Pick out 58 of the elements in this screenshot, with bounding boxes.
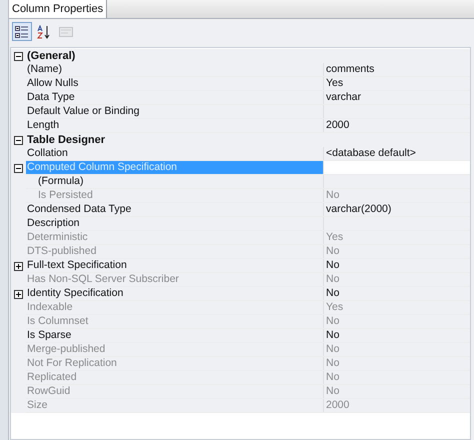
property-name: Collation — [27, 146, 68, 161]
collapse-icon[interactable] — [14, 136, 23, 144]
property-value[interactable]: No — [326, 342, 340, 358]
property-name: Length — [27, 118, 60, 133]
collapse-icon[interactable] — [14, 52, 23, 60]
property-value[interactable]: varchar — [326, 90, 362, 106]
property-name: Default Value or Binding — [27, 104, 140, 119]
property-value[interactable]: Yes — [326, 230, 344, 246]
property-value[interactable]: No — [326, 384, 340, 400]
property-value[interactable]: No — [326, 244, 340, 260]
property-value[interactable]: No — [326, 258, 340, 274]
property-value[interactable]: comments — [326, 62, 374, 78]
property-value[interactable]: No — [326, 328, 340, 344]
property-name: Full-text Specification — [27, 258, 127, 273]
property-name: RowGuid — [27, 384, 70, 399]
property-name: Has Non-SQL Server Subscriber — [27, 272, 179, 287]
toolbar-button[interactable] — [12, 22, 32, 41]
property-name: Allow Nulls — [27, 76, 78, 91]
property-name: Indexable — [27, 300, 73, 315]
property-name: Data Type — [27, 90, 75, 105]
expand-icon[interactable] — [14, 290, 23, 298]
categorized-icon — [15, 24, 29, 38]
property-name: Replicated — [27, 370, 77, 385]
property-value[interactable]: 2000 — [326, 118, 350, 134]
sort-icon — [37, 24, 51, 38]
property-value[interactable]: No — [326, 286, 340, 302]
property-name: (Formula) — [38, 174, 84, 189]
property-value[interactable]: No — [326, 356, 340, 372]
property-name: Condensed Data Type — [27, 202, 132, 217]
property-name: Deterministic — [27, 230, 88, 245]
property-row[interactable]: (Formula) — [26, 175, 470, 189]
property-name: Not For Replication — [27, 356, 117, 371]
collapse-icon[interactable] — [14, 164, 23, 172]
property-row[interactable]: Computed Column Specification — [26, 161, 470, 175]
property-name: Description — [27, 216, 80, 231]
property-value[interactable]: Yes — [326, 76, 344, 92]
property-value[interactable]: No — [326, 188, 340, 204]
property-name: Is Columnset — [27, 314, 88, 329]
property-value[interactable]: No — [326, 272, 340, 288]
property-name: Size — [27, 398, 48, 413]
property-name: (Name) — [27, 62, 62, 77]
panel-tab[interactable]: Column Properties — [9, 0, 108, 18]
property-name: Merge-published — [27, 342, 106, 357]
property-name: Is Persisted — [38, 188, 93, 203]
property-name: Identity Specification — [27, 286, 124, 301]
property-name: Computed Column Specification — [27, 160, 177, 175]
property-value[interactable]: 2000 — [326, 398, 350, 414]
property-value[interactable]: Yes — [326, 300, 344, 316]
property-value[interactable]: No — [326, 314, 340, 330]
property-value[interactable]: No — [326, 370, 340, 386]
property-value[interactable]: <database default> — [326, 146, 416, 162]
expand-icon[interactable] — [14, 262, 23, 270]
property-name: DTS-published — [27, 244, 96, 259]
property-value[interactable]: varchar(2000) — [326, 202, 392, 218]
category-header: Table Designer — [26, 132, 106, 148]
property-name: Is Sparse — [27, 328, 72, 343]
property-pages-icon — [58, 24, 74, 38]
category-header: (General) — [26, 48, 76, 64]
